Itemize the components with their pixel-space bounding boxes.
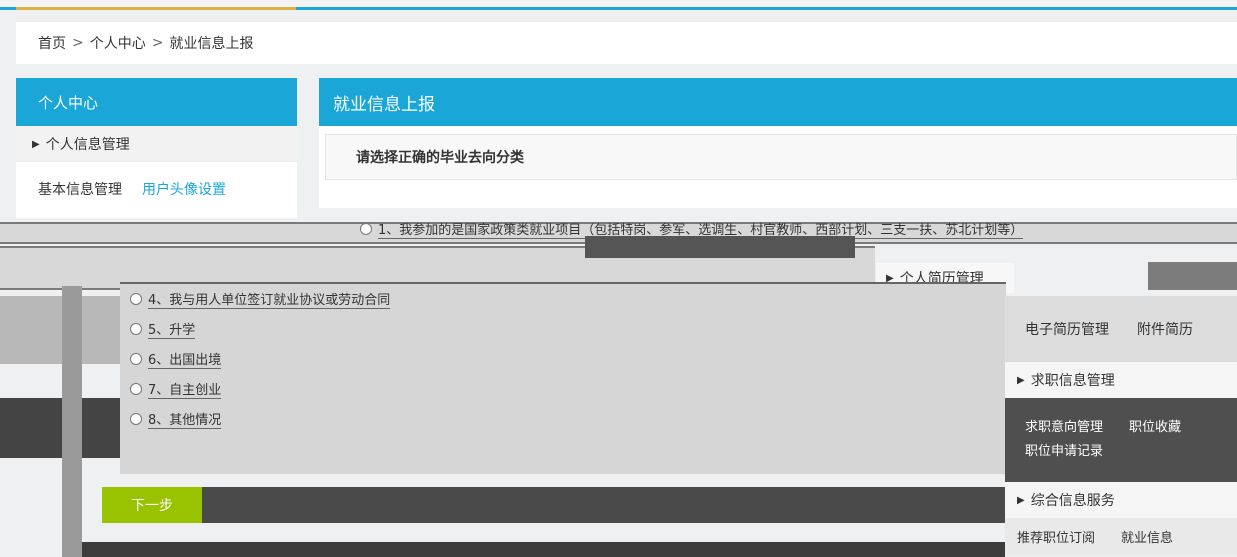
job-section-row[interactable]: ▶ 求职信息管理	[1005, 362, 1237, 398]
option-label: 8、其他情况	[148, 409, 222, 429]
service-section-label: 综合信息服务	[1030, 493, 1115, 509]
job-links: 求职意向管理 职位收藏 职位申请记录	[1005, 398, 1237, 482]
glitch-dark-band	[585, 236, 855, 258]
job-section-label: 求职信息管理	[1030, 373, 1115, 389]
option-label: 4、我与用人单位签订就业协议或劳动合同	[148, 289, 391, 309]
left-gray-block	[0, 296, 120, 364]
top-bar	[0, 0, 1237, 10]
breadcrumb-separator: >	[72, 35, 84, 51]
caret-right-icon: ▶	[1017, 374, 1025, 386]
option-8[interactable]: 8、其他情况	[120, 404, 1006, 434]
sidebar-links: 基本信息管理 用户头像设置	[16, 162, 297, 216]
top-gold-line	[16, 7, 296, 10]
sidebar-title: 个人中心	[16, 78, 297, 126]
breadcrumb: 首页 > 个人中心 > 就业信息上报	[16, 22, 1237, 64]
breadcrumb-current: 就业信息上报	[169, 36, 254, 52]
option-4[interactable]: 4、我与用人单位签订就业协议或劳动合同	[120, 284, 1006, 314]
option-label: 5、升学	[148, 319, 196, 339]
service-section-row[interactable]: ▶ 综合信息服务	[1005, 482, 1237, 518]
breadcrumb-separator: >	[151, 35, 164, 51]
radio-option-6[interactable]	[130, 353, 142, 365]
glitch-dark-band	[82, 542, 1005, 557]
right-sidebar: 电子简历管理 附件简历 ▶ 求职信息管理 求职意向管理 职位收藏 职位申请记录 …	[1005, 296, 1237, 557]
sidebar: 个人中心 ▶ 个人信息管理 基本信息管理 用户头像设置	[16, 78, 297, 218]
radio-option-4[interactable]	[130, 293, 142, 305]
sidebar-link-basic-info[interactable]: 基本信息管理	[38, 179, 122, 199]
glitch-dark-band	[1148, 262, 1237, 290]
caret-right-icon: ▶	[32, 138, 40, 150]
breadcrumb-home[interactable]: 首页	[38, 33, 66, 53]
job-links-line-1[interactable]: 求职意向管理 职位收藏	[1025, 416, 1237, 440]
option-label: 6、出国出境	[148, 349, 222, 369]
sidebar-link-avatar[interactable]: 用户头像设置	[142, 179, 226, 199]
glitch-dark-band	[200, 487, 1005, 523]
radio-option-5[interactable]	[130, 323, 142, 335]
option-label: 7、自主创业	[148, 379, 222, 399]
next-step-button[interactable]: 下一步	[102, 487, 202, 523]
resume-links[interactable]: 电子简历管理 附件简历	[1005, 296, 1237, 362]
left-vertical-stripes	[62, 286, 82, 557]
sidebar-section-info[interactable]: ▶ 个人信息管理	[16, 126, 297, 162]
option-7[interactable]: 7、自主创业	[120, 374, 1006, 404]
caret-right-icon: ▶	[1017, 494, 1025, 506]
radio-option-7[interactable]	[130, 383, 142, 395]
radio-option-8[interactable]	[130, 413, 142, 425]
radio-option-1[interactable]	[360, 223, 372, 235]
option-5[interactable]: 5、升学	[120, 314, 1006, 344]
option-list: 4、我与用人单位签订就业协议或劳动合同 5、升学 6、出国出境 7、自主创业 8…	[120, 282, 1006, 474]
panel-title: 就业信息上报	[319, 78, 1237, 126]
main-panel: 就业信息上报 请选择正确的毕业去向分类	[319, 78, 1237, 208]
option-6[interactable]: 6、出国出境	[120, 344, 1006, 374]
left-dark-block	[0, 398, 120, 458]
breadcrumb-center[interactable]: 个人中心	[90, 33, 146, 53]
sidebar-section-label: 个人信息管理	[45, 137, 130, 153]
service-links[interactable]: 推荐职位订阅 就业信息	[1005, 518, 1237, 554]
job-links-line-2[interactable]: 职位申请记录	[1025, 440, 1237, 464]
question-box: 请选择正确的毕业去向分类	[325, 134, 1237, 180]
